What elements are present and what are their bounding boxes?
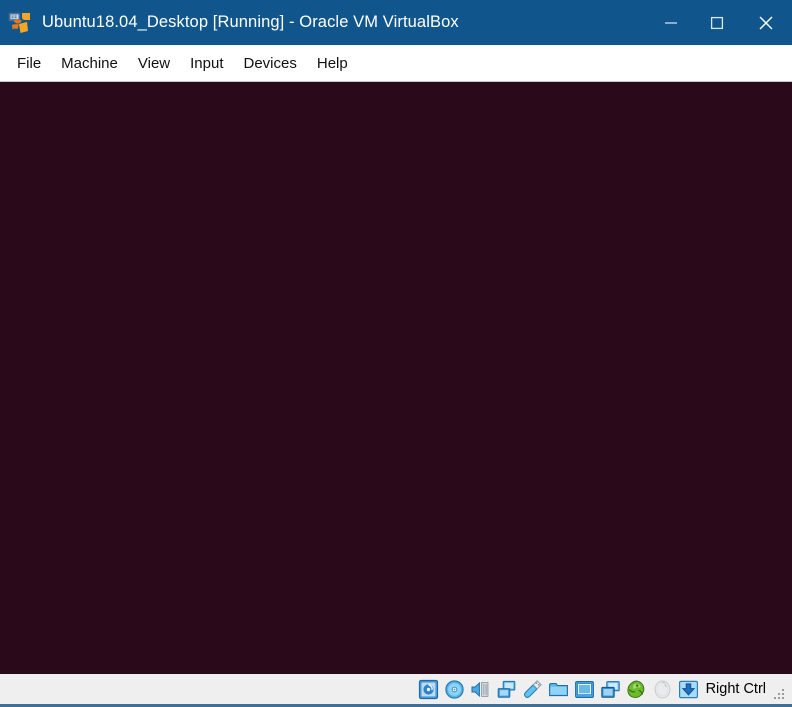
host-key-icon[interactable] [677,677,701,701]
menu-item-help[interactable]: Help [308,51,357,76]
menubar: File Machine View Input Devices Help [0,45,792,81]
menu-item-devices[interactable]: Devices [235,51,306,76]
video-capture-icon[interactable] [599,677,623,701]
titlebar[interactable]: Ubuntu18.04_Desktop [Running] - Oracle V… [0,0,792,45]
vm-display-area[interactable] [0,81,792,674]
virtualbox-icon [8,11,32,35]
menu-item-input[interactable]: Input [181,51,232,76]
display-icon[interactable] [573,677,597,701]
menu-item-machine[interactable]: Machine [52,51,127,76]
resize-grip-icon[interactable] [772,687,786,701]
optical-disk-icon[interactable] [443,677,467,701]
menu-item-view[interactable]: View [129,51,179,76]
shared-folders-icon[interactable] [547,677,571,701]
window-controls [648,0,792,45]
window-title: Ubuntu18.04_Desktop [Running] - Oracle V… [42,13,459,31]
network-icon[interactable] [495,677,519,701]
menu-item-file[interactable]: File [8,51,50,76]
guest-additions-icon[interactable] [625,677,649,701]
hard-disk-icon[interactable] [417,677,441,701]
virtualbox-window: Ubuntu18.04_Desktop [Running] - Oracle V… [0,0,792,707]
maximize-button[interactable] [694,0,740,45]
minimize-button[interactable] [648,0,694,45]
close-button[interactable] [740,0,792,45]
usb-icon[interactable] [521,677,545,701]
mouse-icon[interactable] [651,677,675,701]
host-key-label: Right Ctrl [705,681,766,697]
statusbar: Right Ctrl [0,674,792,707]
audio-icon[interactable] [469,677,493,701]
status-icon-group [417,677,701,701]
